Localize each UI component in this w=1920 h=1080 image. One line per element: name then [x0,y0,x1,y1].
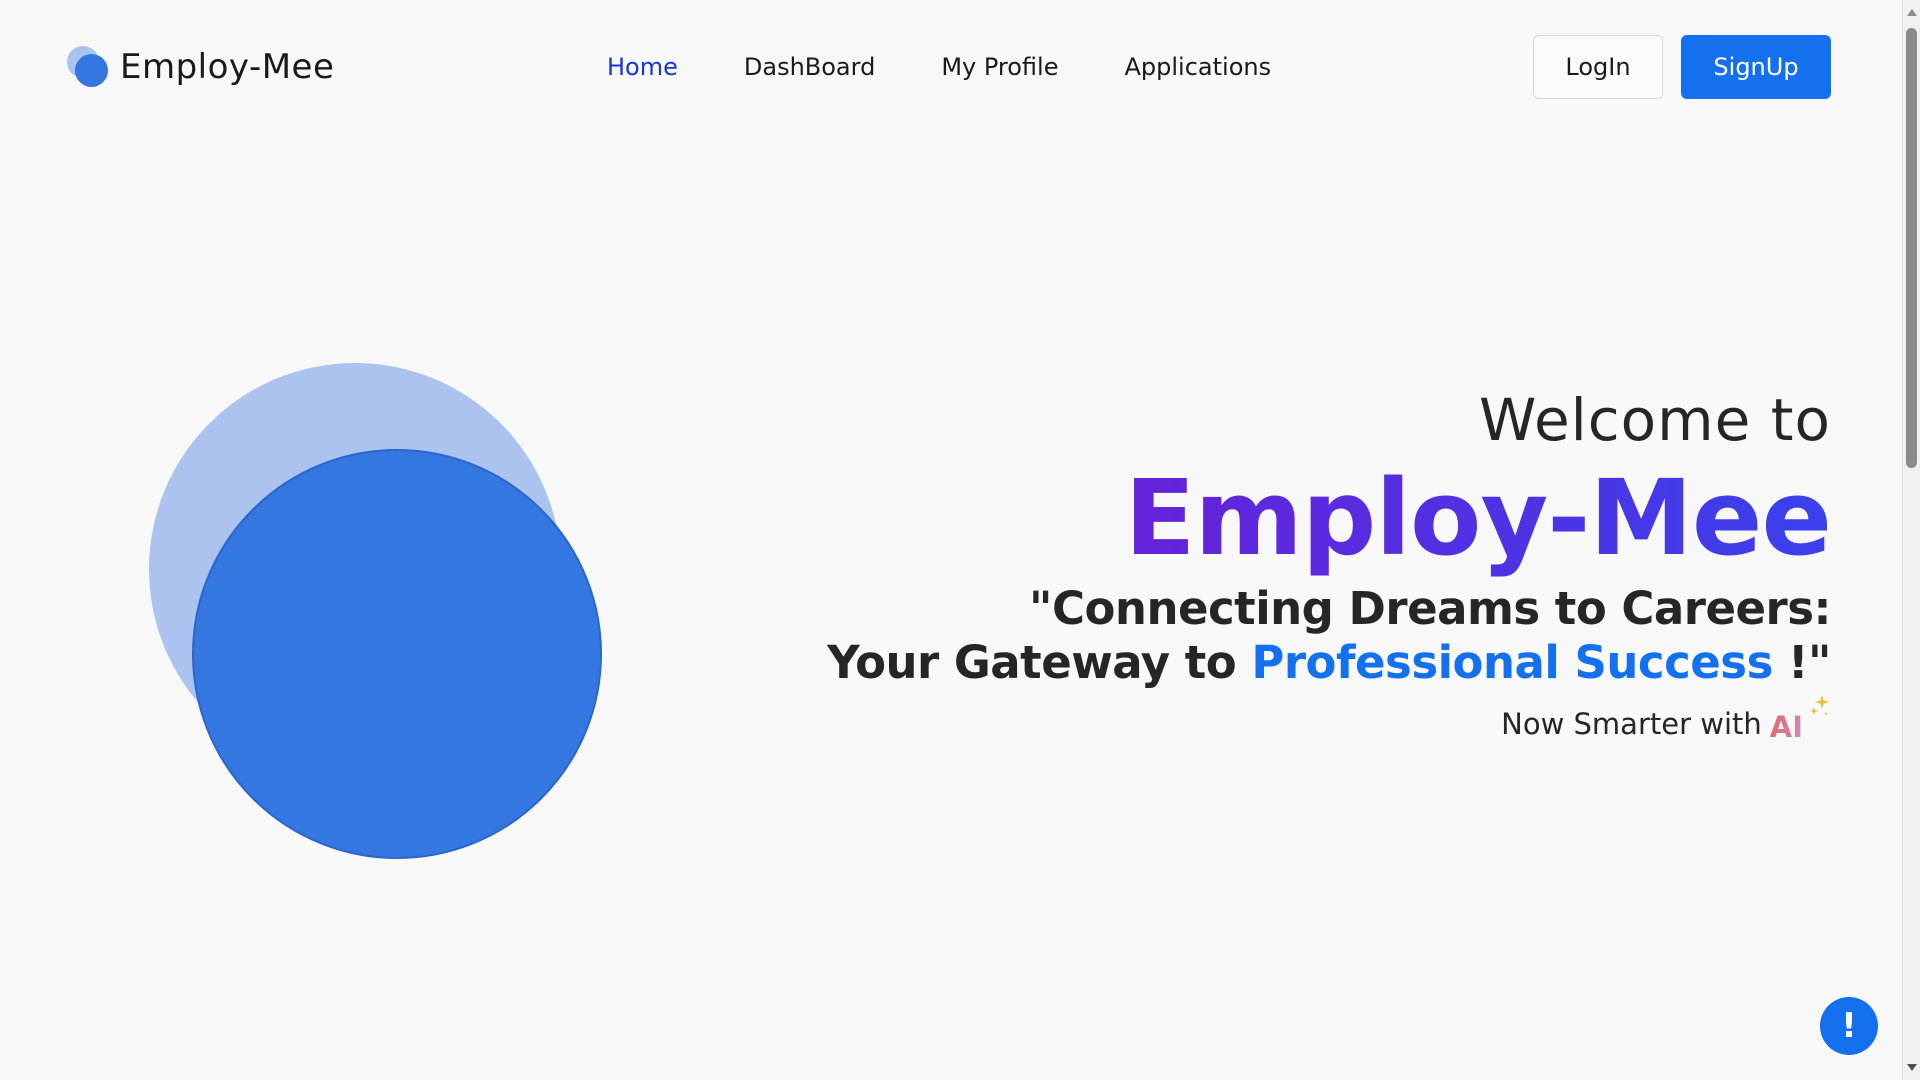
logo-circle-dark [75,54,108,87]
hero-brand-name: Employ-Mee [731,458,1832,578]
ai-tagline: Now Smarter with AI [731,695,1831,747]
nav-item-applications[interactable]: Applications [1124,53,1271,81]
nav-item-my-profile[interactable]: My Profile [941,53,1058,81]
scroll-down-icon[interactable] [1907,1064,1917,1071]
nav-item-dashboard[interactable]: DashBoard [744,53,875,81]
help-button[interactable]: ! [1820,997,1878,1055]
ai-prefix: Now Smarter with [1501,707,1762,741]
page-scrollbar[interactable] [1902,0,1920,1080]
brand-logo[interactable]: Employ-Mee [66,44,334,90]
auth-buttons: LogIn SignUp [1533,35,1831,99]
scroll-thumb[interactable] [1906,28,1917,468]
hero-text: Welcome to Employ-Mee "Connecting Dreams… [731,380,1832,747]
overlapping-circles-logo-icon [66,44,110,90]
tagline-line-1: "Connecting Dreams to Careers: [1029,582,1831,635]
brand-name: Employ-Mee [120,47,335,87]
scroll-up-icon[interactable] [1907,9,1917,16]
login-button[interactable]: LogIn [1533,35,1663,99]
sparkle-icon [1810,695,1829,716]
tagline-suffix: !" [1788,636,1831,689]
tagline-prefix: Your Gateway to [827,636,1237,689]
nav-item-home[interactable]: Home [607,53,678,81]
ai-badge: AI [1770,707,1803,747]
tagline-line-2: Your Gateway to Professional Success !" [731,636,1831,690]
hero-welcome: Welcome to [1479,386,1831,454]
signup-button[interactable]: SignUp [1681,35,1831,99]
tagline-highlight: Professional Success [1251,636,1773,689]
hero-circle-dark [192,449,602,859]
main-nav: Home DashBoard My Profile Applications [607,48,1337,86]
hero-tagline: "Connecting Dreams to Careers: Your Gate… [731,582,1831,690]
landing-page: Employ-Mee Home DashBoard My Profile App… [0,0,1920,1080]
alert-icon: ! [1841,1006,1857,1046]
